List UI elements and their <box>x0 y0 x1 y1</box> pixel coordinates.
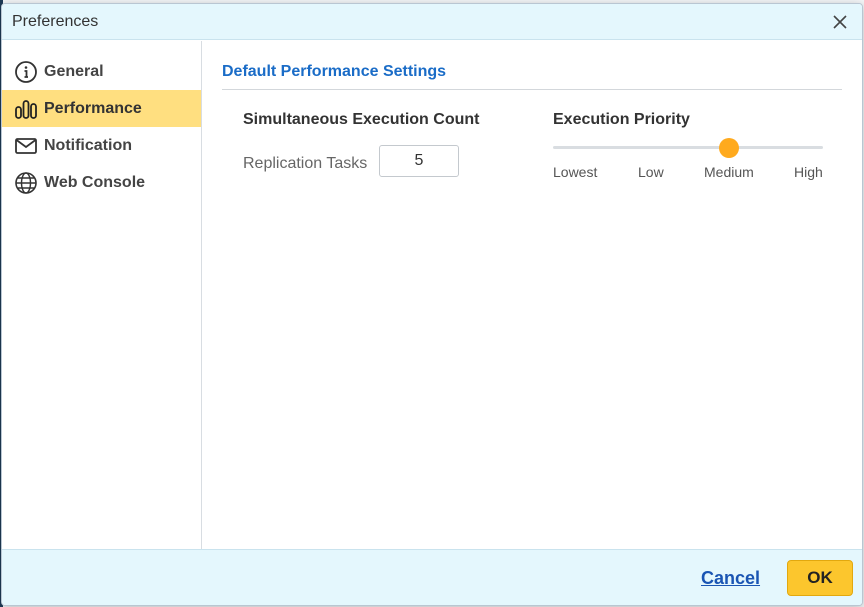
priority-slider-thumb[interactable] <box>719 138 739 158</box>
sidebar-item-label: Notification <box>44 136 132 154</box>
ok-button[interactable]: OK <box>787 560 853 596</box>
sidebar-item-notification[interactable]: Notification <box>2 127 201 164</box>
sidebar-item-label: Performance <box>44 99 142 117</box>
priority-level-low[interactable]: Low <box>638 164 664 180</box>
bar-chart-icon <box>14 97 38 121</box>
close-button[interactable] <box>830 12 850 32</box>
sidebar-item-web-console[interactable]: Web Console <box>2 164 201 201</box>
priority-level-medium[interactable]: Medium <box>704 164 754 180</box>
section-title: Default Performance Settings <box>222 63 447 80</box>
cancel-button[interactable]: Cancel <box>701 568 760 589</box>
preferences-sidebar: General Performance Notification Web Con… <box>2 41 202 549</box>
execution-count-title: Simultaneous Execution Count <box>243 111 480 128</box>
sidebar-item-general[interactable]: General <box>2 53 201 90</box>
dialog-titlebar: Preferences <box>2 4 862 40</box>
info-icon <box>14 60 38 84</box>
section-divider <box>222 89 842 90</box>
sidebar-item-label: General <box>44 62 104 80</box>
execution-priority-title: Execution Priority <box>553 111 690 128</box>
sidebar-item-performance[interactable]: Performance <box>2 90 201 127</box>
priority-level-lowest[interactable]: Lowest <box>553 164 597 180</box>
sidebar-item-label: Web Console <box>44 173 146 191</box>
envelope-icon <box>14 134 38 158</box>
close-icon <box>833 15 847 29</box>
replication-tasks-input[interactable] <box>379 145 459 177</box>
replication-tasks-label: Replication Tasks <box>243 155 368 172</box>
preferences-dialog: Preferences General Performance Notifica… <box>1 3 863 606</box>
dialog-footer: Cancel OK <box>2 549 862 605</box>
preferences-content: Default Performance Settings Simultaneou… <box>203 41 862 549</box>
priority-level-high[interactable]: High <box>794 164 823 180</box>
dialog-title: Preferences <box>12 13 99 30</box>
priority-slider-track[interactable] <box>553 146 823 149</box>
globe-icon <box>14 171 38 195</box>
